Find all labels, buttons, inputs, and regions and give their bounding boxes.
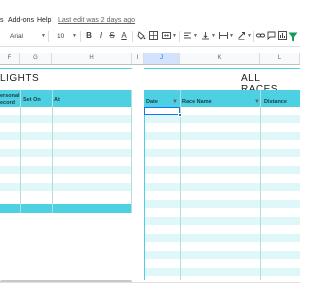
header-set-on[interactable]: Set On [23,97,41,114]
vertical-align-icon[interactable] [200,31,210,43]
left-table-title: LIGHTS [0,73,40,84]
grid-line [260,90,261,280]
column-header-f[interactable]: F [0,53,20,64]
filter-dropdown-icon[interactable]: ▼ [172,99,178,105]
column-header-bar: F G H I J K L [0,53,300,65]
insert-chart-icon[interactable] [277,31,287,43]
column-header-k[interactable]: K [180,53,260,64]
header-at[interactable]: At [54,97,60,114]
chevron-down-icon[interactable]: ▼ [172,32,177,41]
column-header-g[interactable]: G [20,53,52,64]
toolbar-divider [253,31,254,42]
selected-cell[interactable] [144,107,180,115]
table-row[interactable] [144,166,300,174]
bold-button[interactable]: B [84,31,94,41]
font-size-select[interactable]: 10 [57,32,64,41]
italic-button[interactable]: I [96,31,106,41]
toolbar-divider [132,31,133,42]
insert-comment-icon[interactable] [266,31,276,43]
column-header-j[interactable]: J [144,53,180,64]
table-row[interactable] [144,251,300,259]
text-color-button[interactable]: A [119,31,129,41]
header-personal-record[interactable]: ersonal ecord [0,93,20,110]
toolbar-divider [179,31,180,42]
toolbar-divider [48,31,49,42]
divider [144,68,300,69]
sheet-footer [0,282,300,301]
grid-line [20,90,21,213]
chevron-down-icon[interactable]: ▼ [211,32,216,41]
chevron-down-icon[interactable]: ▼ [41,32,46,41]
grid-line [144,90,145,280]
toolbar: Arial ▼ 10 ▼ B I S A ▼ ▼ ▼ ▼ ▼ [0,28,300,47]
chevron-down-icon[interactable]: ▼ [229,32,234,41]
merge-cells-icon[interactable] [161,31,171,43]
chevron-down-icon[interactable]: ▼ [72,32,77,41]
column-header-i[interactable]: I [132,53,144,64]
filter-icon[interactable] [288,30,298,42]
font-family-select[interactable]: Arial [10,32,23,41]
borders-icon[interactable] [148,31,158,43]
text-wrap-icon[interactable] [218,31,228,43]
grid-line [180,90,181,280]
menu-item-help[interactable]: Help [37,16,51,25]
menu-bar: s Add-ons Help Last edit was 2 days ago [0,0,300,28]
strikethrough-button[interactable]: S [107,31,117,41]
last-edit-link[interactable]: Last edit was 2 days ago [58,16,135,25]
chevron-down-icon[interactable]: ▼ [247,32,252,41]
align-left-icon[interactable] [182,31,192,43]
table-row[interactable] [144,200,300,208]
grid-line [131,90,132,213]
table-row[interactable] [144,183,300,191]
text-rotation-icon[interactable] [236,31,246,43]
grid-line [52,90,53,213]
menu-item-addons[interactable]: Add-ons [8,16,34,25]
chevron-down-icon[interactable]: ▼ [193,32,198,41]
menu-item-tools[interactable]: s [0,16,4,25]
fill-handle[interactable] [178,113,182,117]
table-row[interactable] [144,268,300,276]
column-header-h[interactable]: H [52,53,132,64]
table-row[interactable] [144,217,300,225]
insert-link-icon[interactable] [255,31,265,43]
table-row[interactable] [144,132,300,140]
header-race-name[interactable]: Race Name [182,99,212,116]
divider [0,68,132,69]
table-row[interactable] [144,149,300,157]
toolbar-divider [80,31,81,42]
table-row[interactable] [144,234,300,242]
header-distance[interactable]: Distance [264,99,287,116]
column-header-l[interactable]: L [260,53,300,64]
table-row[interactable] [144,115,300,123]
fill-color-icon[interactable] [136,31,146,43]
